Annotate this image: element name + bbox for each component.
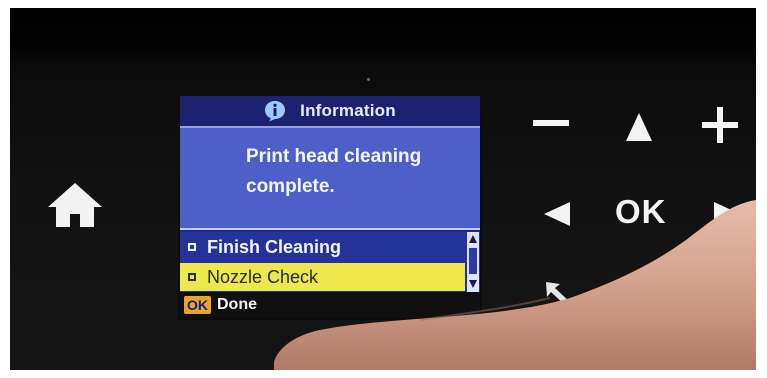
finger [274, 200, 756, 370]
printer-control-panel-photo: Information Print head cleaning complete… [10, 8, 756, 370]
